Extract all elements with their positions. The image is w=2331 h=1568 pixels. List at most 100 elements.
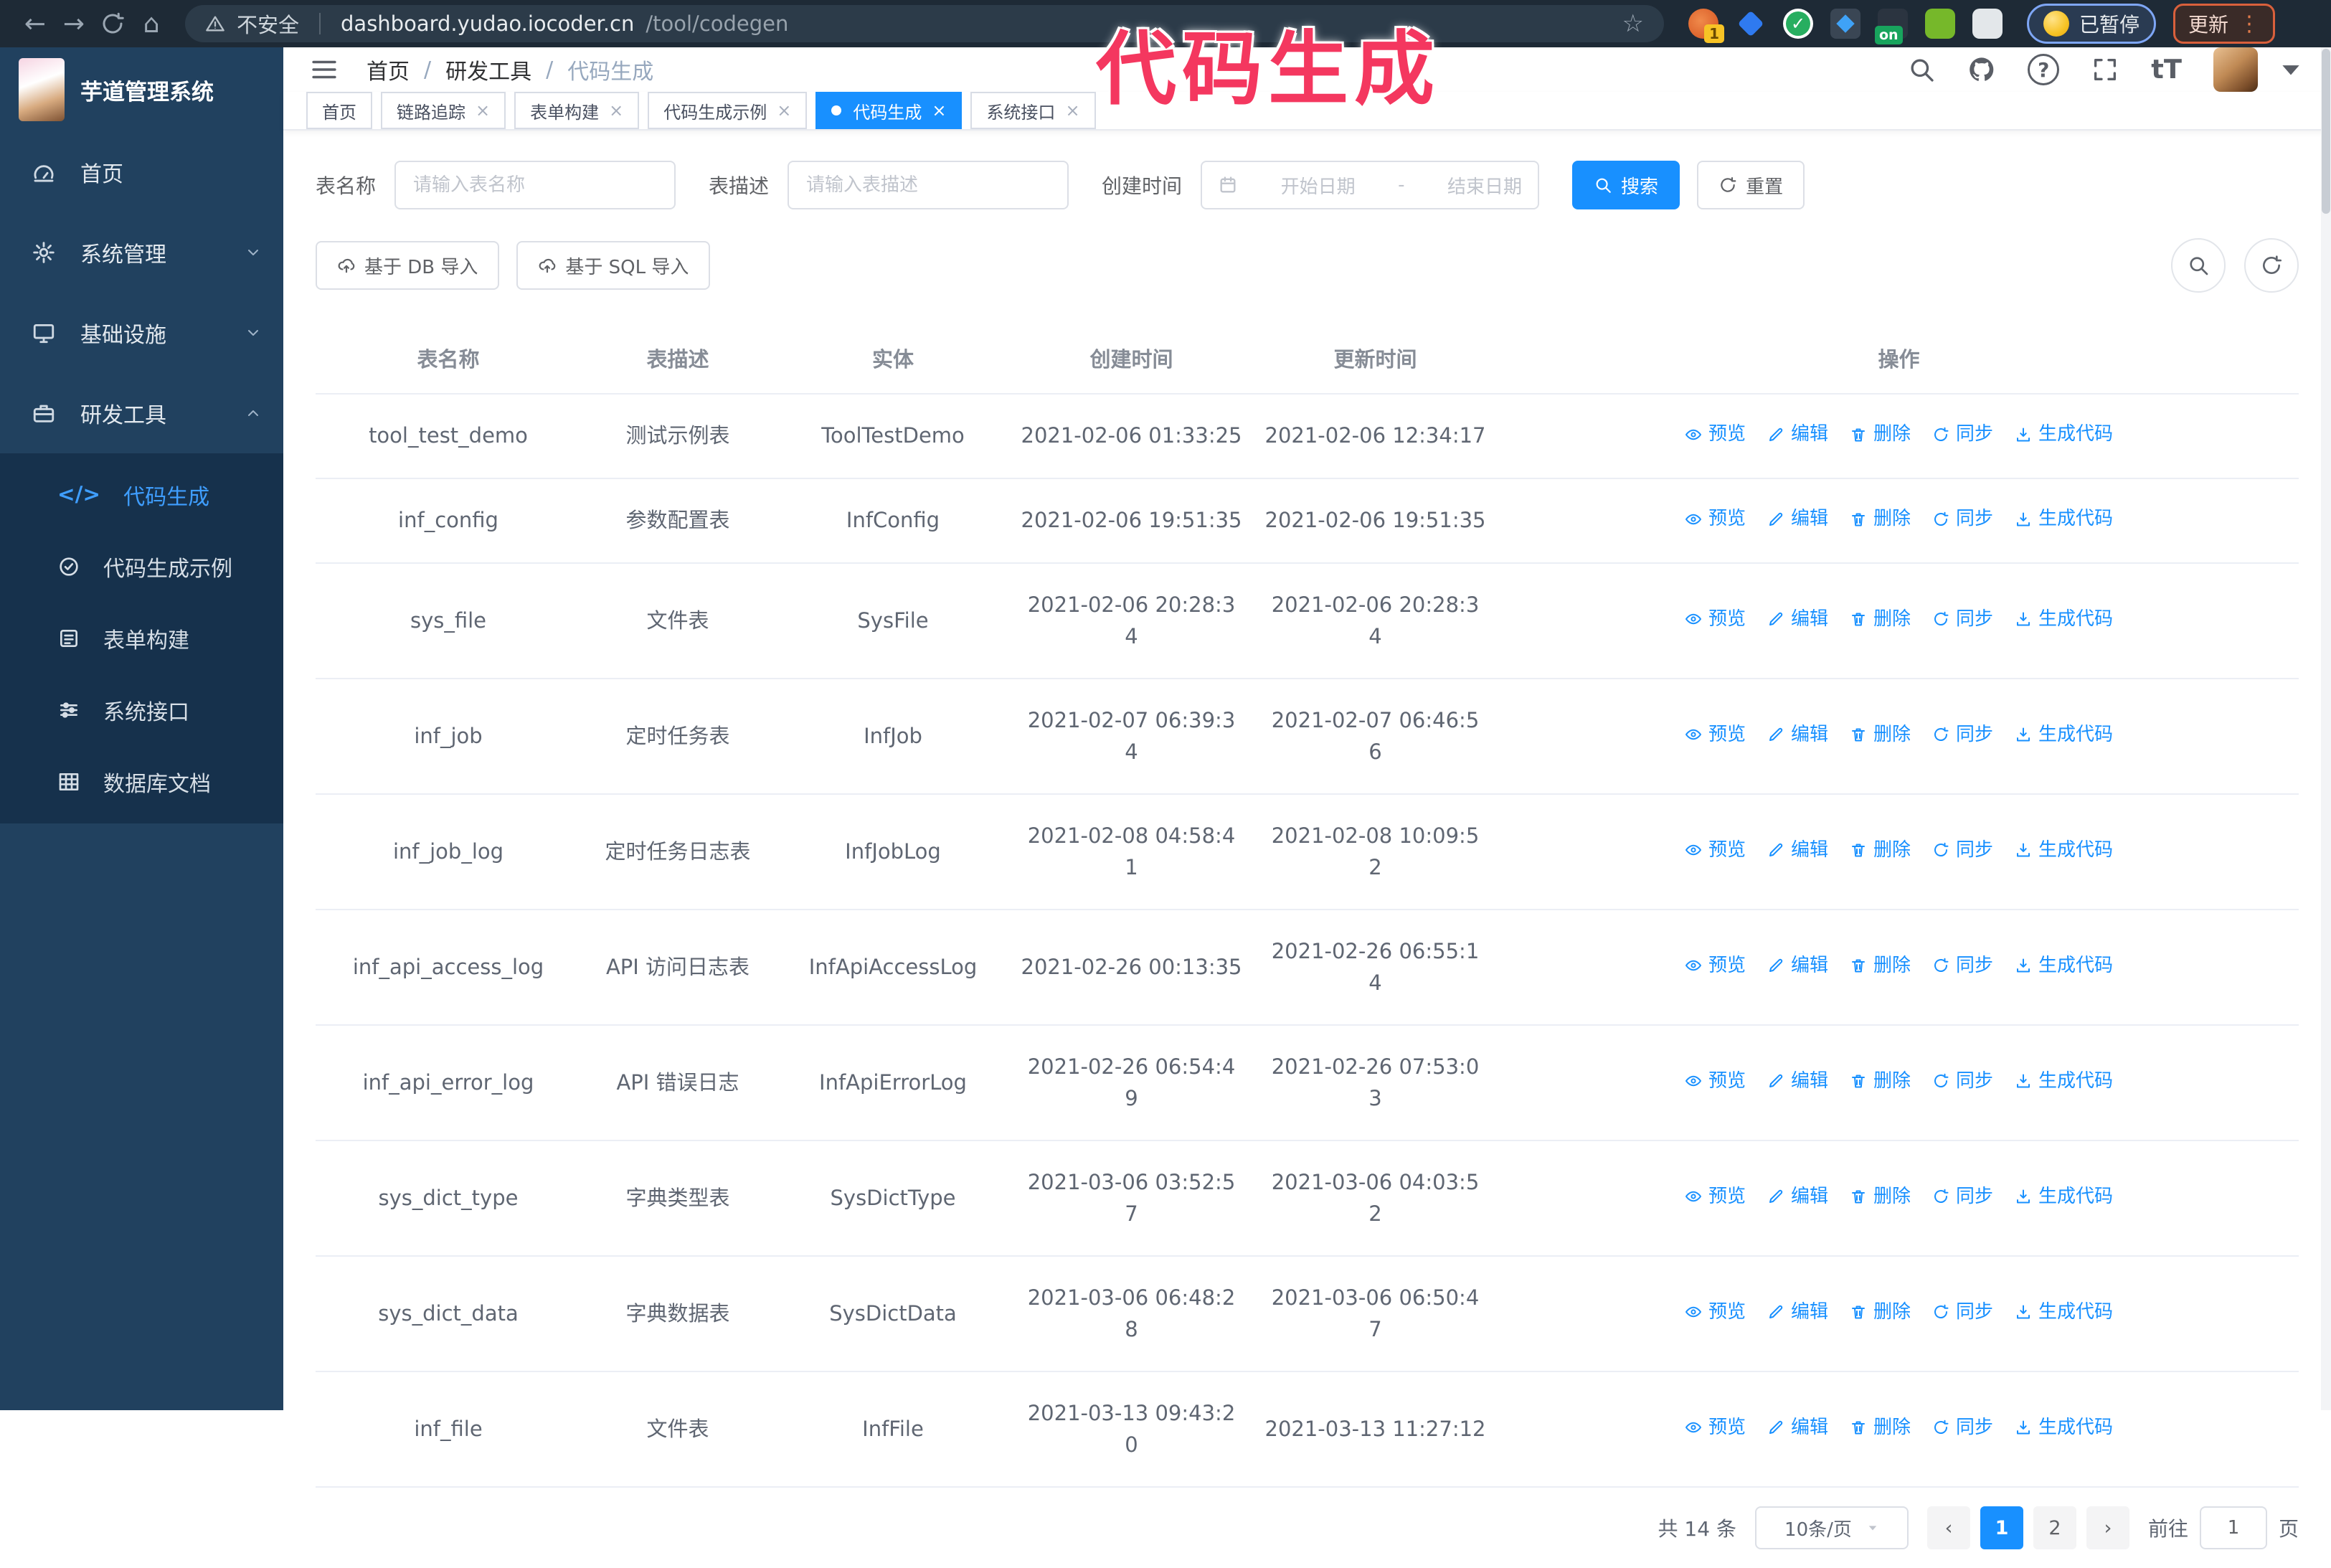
tab-close-icon[interactable]: ×	[1065, 102, 1079, 119]
sidebar-toggle-icon[interactable]	[309, 55, 339, 85]
goto-page-input[interactable]	[2199, 1506, 2267, 1549]
action-delete[interactable]: 删除	[1850, 1414, 1911, 1442]
action-preview[interactable]: 预览	[1685, 420, 1746, 448]
action-generate[interactable]: 生成代码	[2015, 1067, 2113, 1095]
page-button-1[interactable]: 1	[1980, 1506, 2023, 1549]
action-delete[interactable]: 删除	[1850, 605, 1911, 633]
action-generate[interactable]: 生成代码	[2015, 1298, 2113, 1326]
sidebar-subitem-1[interactable]: </> 代码生成	[0, 459, 283, 531]
action-preview[interactable]: 预览	[1685, 1183, 1746, 1211]
toggle-search-button[interactable]	[2171, 238, 2226, 293]
breadcrumb-item[interactable]: 研发工具	[445, 54, 531, 85]
sidebar-item-1[interactable]: 首页	[0, 132, 283, 212]
page-button-2[interactable]: 2	[2033, 1506, 2076, 1549]
action-generate[interactable]: 生成代码	[2015, 836, 2113, 864]
action-delete[interactable]: 删除	[1850, 836, 1911, 864]
profile-paused-badge[interactable]: 已暂停	[2027, 4, 2157, 44]
action-preview[interactable]: 预览	[1685, 952, 1746, 980]
tab-6[interactable]: 系统接口 ×	[970, 92, 1096, 129]
action-sync[interactable]: 同步	[1932, 505, 1993, 533]
tab-1[interactable]: 首页	[306, 92, 372, 129]
header-search-icon[interactable]	[1907, 55, 1936, 84]
action-edit[interactable]: 编辑	[1767, 420, 1828, 448]
action-edit[interactable]: 编辑	[1767, 836, 1828, 864]
browser-menu-icon[interactable]: ⋮	[2238, 11, 2260, 37]
action-edit[interactable]: 编辑	[1767, 605, 1828, 633]
action-sync[interactable]: 同步	[1932, 1067, 1993, 1095]
action-generate[interactable]: 生成代码	[2015, 721, 2113, 749]
action-sync[interactable]: 同步	[1932, 420, 1993, 448]
action-delete[interactable]: 删除	[1850, 1183, 1911, 1211]
action-edit[interactable]: 编辑	[1767, 1067, 1828, 1095]
search-button[interactable]: 搜索	[1572, 161, 1680, 209]
action-sync[interactable]: 同步	[1932, 836, 1993, 864]
action-edit[interactable]: 编辑	[1767, 721, 1828, 749]
action-preview[interactable]: 预览	[1685, 836, 1746, 864]
tab-close-icon[interactable]: ×	[609, 102, 623, 119]
extension-icon[interactable]	[1736, 9, 1766, 39]
scrollbar-thumb[interactable]	[2322, 49, 2330, 214]
action-edit[interactable]: 编辑	[1767, 1298, 1828, 1326]
github-icon[interactable]	[1967, 55, 1996, 84]
action-edit[interactable]: 编辑	[1767, 1183, 1828, 1211]
prev-page-button[interactable]: ‹	[1926, 1506, 1970, 1549]
action-delete[interactable]: 删除	[1850, 420, 1911, 448]
fullscreen-icon[interactable]	[2091, 55, 2119, 84]
tab-5[interactable]: 代码生成 ×	[815, 92, 963, 129]
extension-icon[interactable]	[1925, 9, 1955, 39]
page-size-select[interactable]: 10条/页	[1754, 1506, 1909, 1549]
action-sync[interactable]: 同步	[1932, 721, 1993, 749]
refresh-table-button[interactable]	[2244, 238, 2299, 293]
browser-back-icon[interactable]: ←	[16, 4, 55, 43]
action-generate[interactable]: 生成代码	[2015, 505, 2113, 533]
sidebar-item-3[interactable]: 基础设施	[0, 293, 283, 373]
extensions-puzzle-icon[interactable]	[1972, 9, 2003, 39]
tab-close-icon[interactable]: ×	[476, 102, 490, 119]
breadcrumb-item[interactable]: 首页	[367, 54, 410, 85]
action-sync[interactable]: 同步	[1932, 1414, 1993, 1442]
action-preview[interactable]: 预览	[1685, 1067, 1746, 1095]
import-db-button[interactable]: 基于 DB 导入	[316, 241, 500, 290]
sidebar-item-4[interactable]: 研发工具	[0, 373, 283, 453]
action-delete[interactable]: 删除	[1850, 1298, 1911, 1326]
avatar[interactable]	[2213, 47, 2258, 92]
extension-icon[interactable]: ✓	[1783, 9, 1813, 39]
table-desc-input[interactable]	[788, 161, 1069, 209]
action-delete[interactable]: 删除	[1850, 721, 1911, 749]
tab-2[interactable]: 链路追踪 ×	[381, 92, 506, 129]
tab-close-icon[interactable]: ×	[932, 102, 946, 119]
browser-reload-icon[interactable]	[93, 4, 132, 43]
sidebar-subitem-5[interactable]: 数据库文档	[0, 746, 283, 818]
tab-4[interactable]: 代码生成示例 ×	[648, 92, 808, 129]
next-page-button[interactable]: ›	[2086, 1506, 2129, 1549]
action-generate[interactable]: 生成代码	[2015, 952, 2113, 980]
action-preview[interactable]: 预览	[1685, 605, 1746, 633]
date-range-picker[interactable]: 开始日期 - 结束日期	[1201, 161, 1540, 209]
tab-close-icon[interactable]: ×	[777, 102, 791, 119]
action-sync[interactable]: 同步	[1932, 1298, 1993, 1326]
table-name-input[interactable]	[394, 161, 676, 209]
extension-icon[interactable]: on	[1875, 9, 1908, 44]
action-generate[interactable]: 生成代码	[2015, 605, 2113, 633]
sidebar-subitem-4[interactable]: 系统接口	[0, 674, 283, 746]
action-preview[interactable]: 预览	[1685, 505, 1746, 533]
font-size-icon[interactable]: tT	[2151, 56, 2182, 83]
extension-icon[interactable]: 1	[1688, 9, 1724, 43]
action-generate[interactable]: 生成代码	[2015, 420, 2113, 448]
sidebar-subitem-2[interactable]: 代码生成示例	[0, 531, 283, 603]
action-edit[interactable]: 编辑	[1767, 952, 1828, 980]
action-generate[interactable]: 生成代码	[2015, 1414, 2113, 1442]
reset-button[interactable]: 重置	[1697, 161, 1805, 209]
action-sync[interactable]: 同步	[1932, 952, 1993, 980]
action-preview[interactable]: 预览	[1685, 1414, 1746, 1442]
browser-forward-icon[interactable]: →	[55, 4, 93, 43]
sidebar-subitem-3[interactable]: 表单构建	[0, 603, 283, 674]
avatar-caret-icon[interactable]	[2276, 55, 2305, 84]
browser-update-button[interactable]: 更新 ⋮	[2173, 4, 2276, 44]
tab-3[interactable]: 表单构建 ×	[514, 92, 640, 129]
action-preview[interactable]: 预览	[1685, 721, 1746, 749]
action-edit[interactable]: 编辑	[1767, 1414, 1828, 1442]
action-sync[interactable]: 同步	[1932, 1183, 1993, 1211]
import-sql-button[interactable]: 基于 SQL 导入	[516, 241, 711, 290]
action-delete[interactable]: 删除	[1850, 505, 1911, 533]
